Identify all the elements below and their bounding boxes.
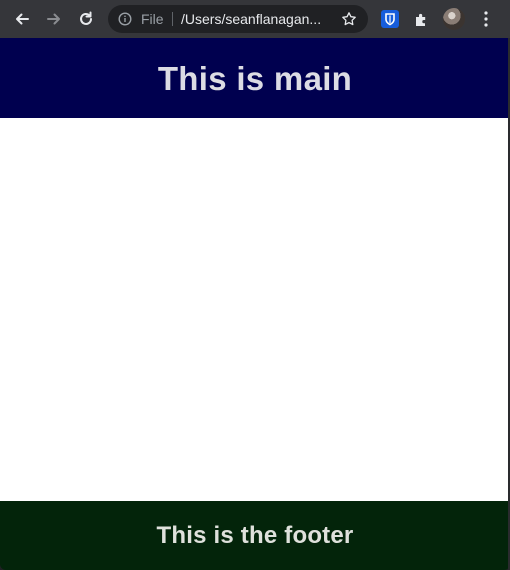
url-text[interactable]: /Users/seanflanagan... (181, 11, 341, 27)
main-content (0, 118, 510, 501)
scheme-label: File (141, 11, 164, 27)
forward-button[interactable] (43, 8, 65, 30)
extensions-button[interactable] (413, 10, 431, 28)
page-footer: This is the footer (0, 501, 510, 570)
kebab-menu-icon[interactable] (482, 10, 490, 28)
puzzle-icon (416, 13, 426, 26)
address-bar[interactable]: File /Users/seanflanagan... (108, 5, 368, 33)
arrow-left-icon (16, 13, 29, 25)
arrow-right-icon (47, 13, 60, 25)
bitwarden-shield-icon (385, 13, 395, 26)
main-heading: This is main (157, 60, 353, 97)
info-icon[interactable] (118, 12, 132, 26)
bitwarden-extension-button[interactable] (381, 10, 399, 28)
star-icon[interactable] (341, 11, 357, 27)
reload-button[interactable] (75, 8, 97, 30)
omnibox-divider (172, 12, 173, 26)
browser-toolbar: File /Users/seanflanagan... (0, 0, 510, 38)
main-header: This is main (0, 38, 510, 118)
avatar[interactable] (443, 8, 465, 30)
footer-heading: This is the footer (156, 522, 354, 549)
back-button[interactable] (11, 8, 33, 30)
reload-icon (80, 11, 92, 25)
